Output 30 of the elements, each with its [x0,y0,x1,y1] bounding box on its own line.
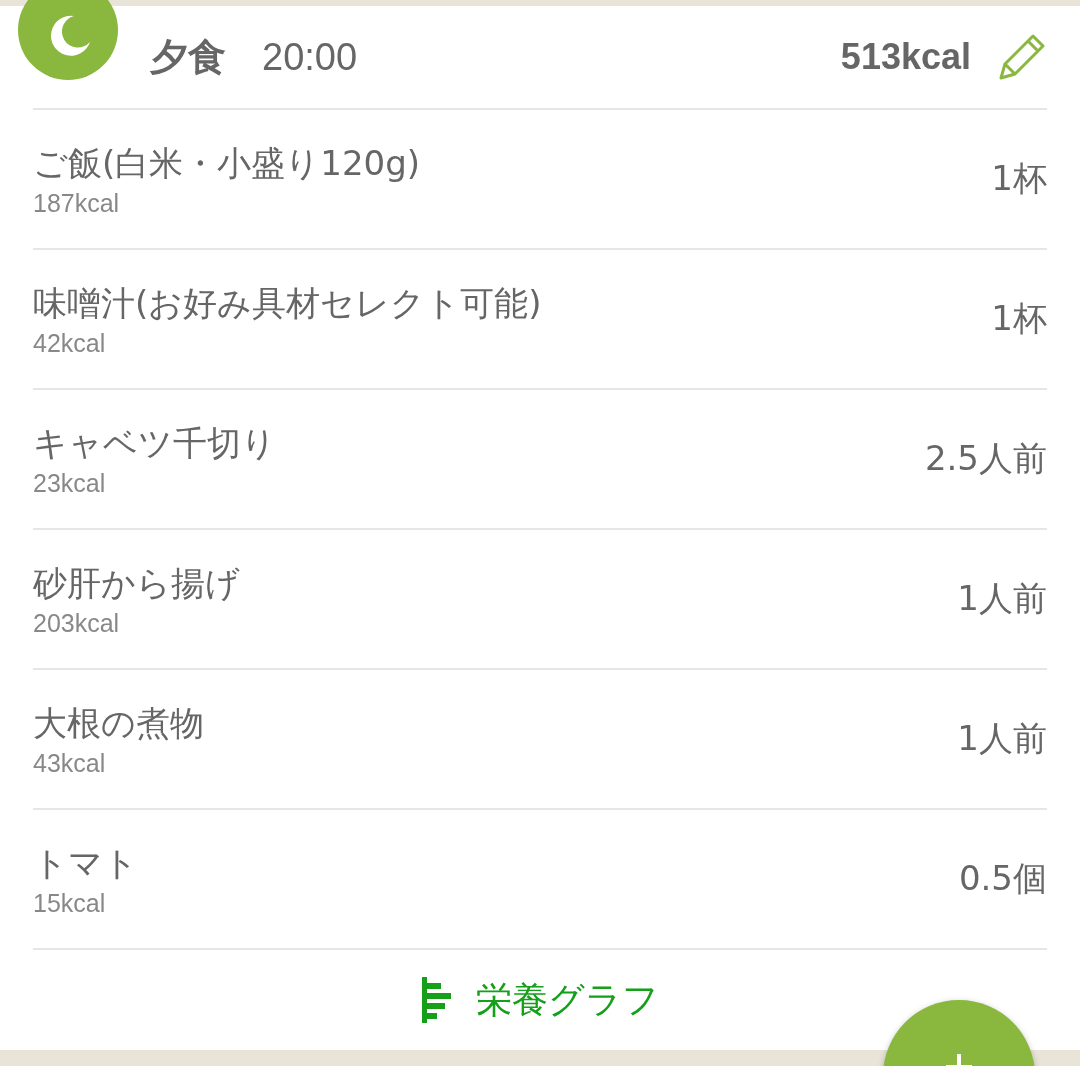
food-amount: 1杯 [991,297,1047,340]
food-row[interactable]: 砂肝から揚げ 203kcal 1人前 [33,530,1047,670]
food-name: キャベツ千切り [33,421,276,465]
food-calories: 203kcal [33,608,121,638]
nutrition-graph-link[interactable]: 栄養グラフ [421,975,659,1025]
food-calories: 187kcal [33,188,121,218]
food-name: 味噌汁(お好み具材セレクト可能) [33,281,542,325]
food-row[interactable]: キャベツ千切り 23kcal 2.5人前 [33,390,1047,530]
food-amount: 1杯 [991,157,1047,200]
food-row[interactable]: トマト 15kcal 0.5個 [33,810,1047,950]
food-calories: 15kcal [33,888,107,918]
food-amount: 1人前 [957,577,1047,620]
food-amount: 1人前 [957,717,1047,760]
meal-name: 夕食 [150,33,226,81]
food-name: 砂肝から揚げ [33,561,240,605]
food-amount: 0.5個 [958,857,1047,900]
meal-time: 20:00 [262,35,358,79]
bar-chart-icon [421,977,452,1023]
food-row[interactable]: 味噌汁(お好み具材セレクト可能) 42kcal 1杯 [33,250,1047,390]
food-name: ご飯(白米・小盛り120g) [33,141,420,185]
food-row[interactable]: ご飯(白米・小盛り120g) 187kcal 1杯 [33,110,1047,250]
food-calories: 23kcal [33,468,107,498]
food-row[interactable]: 大根の煮物 43kcal 1人前 [33,670,1047,810]
food-calories: 43kcal [33,748,107,778]
food-name: 大根の煮物 [33,701,204,745]
total-calories: 513kcal [840,36,971,78]
food-amount: 2.5人前 [924,437,1047,480]
edit-icon[interactable] [997,32,1047,82]
food-name: トマト [33,841,138,885]
food-calories: 42kcal [33,328,107,358]
